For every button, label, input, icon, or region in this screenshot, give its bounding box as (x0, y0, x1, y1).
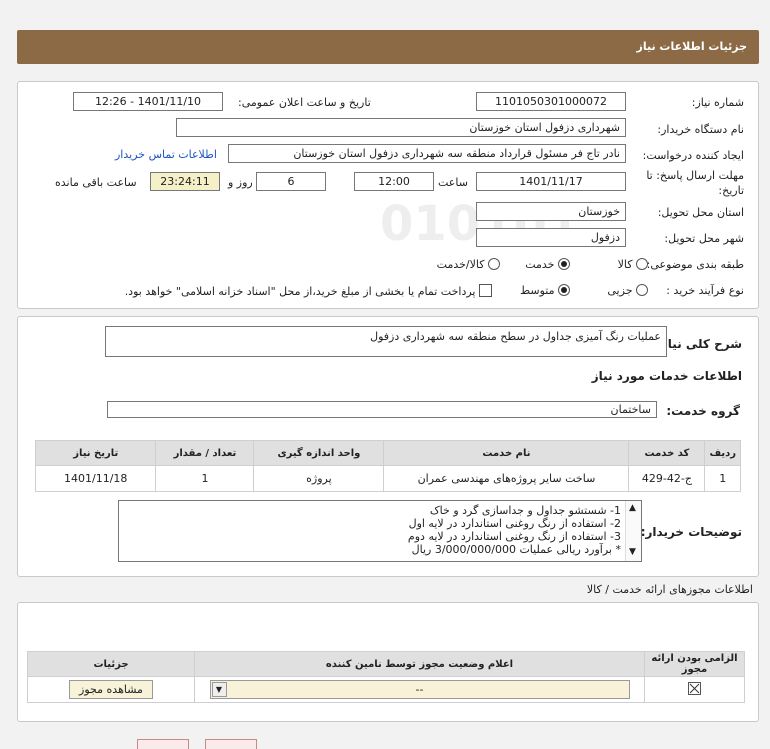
notes-scrollbar[interactable]: ▲ ▼ (625, 501, 641, 561)
table-row: -- ▼ مشاهده مجوز (27, 676, 745, 703)
deadline-label-line1: مهلت ارسال پاسخ: تا (646, 169, 744, 182)
deadline-days-label: روز و (228, 176, 253, 189)
scroll-down-icon[interactable]: ▼ (629, 547, 636, 557)
scroll-up-icon[interactable]: ▲ (629, 503, 636, 513)
services-table: ردیف کد خدمت نام خدمت واحد اندازه گیری ت… (34, 440, 741, 492)
note-line: 2- استفاده از رنگ روغنی استاندارد در لای… (408, 517, 621, 530)
province-label: استان محل تحویل: (657, 206, 744, 219)
col-permit-required: الزامی بودن ارائه مجوز (644, 651, 745, 677)
purchase-option-minor[interactable]: جزیی (607, 282, 648, 297)
deadline-days-field: 6 (256, 172, 326, 191)
col-service-name: نام خدمت (383, 440, 630, 466)
chevron-down-icon[interactable]: ▼ (211, 682, 227, 697)
page-header: جزئیات اطلاعات نیاز (17, 30, 759, 64)
bottom-button-back[interactable] (205, 739, 257, 749)
permits-table: الزامی بودن ارائه مجوز اعلام وضعیت مجوز … (27, 651, 745, 703)
radio-goods-service[interactable] (488, 258, 500, 270)
bottom-button-print[interactable] (137, 739, 189, 749)
page-title: جزئیات اطلاعات نیاز (636, 40, 748, 53)
deadline-label-line2: تاریخ: (718, 184, 744, 197)
need-number-label: شماره نیاز: (691, 96, 744, 109)
radio-medium[interactable] (558, 284, 570, 296)
permits-table-header: الزامی بودن ارائه مجوز اعلام وضعیت مجوز … (27, 651, 745, 677)
permit-status-value: -- (415, 683, 424, 696)
radio-minor[interactable] (636, 284, 648, 296)
category-option-goods[interactable]: کالا (618, 256, 648, 271)
summary-label: شرح کلی نیاز: (656, 337, 742, 351)
service-group-label: گروه خدمت: (666, 404, 740, 418)
treasury-checkbox[interactable] (479, 284, 492, 297)
remaining-time-field: 23:24:11 (150, 172, 220, 191)
category-option-goods-service-label: کالا/خدمت (436, 258, 485, 271)
category-option-goods-label: کالا (617, 258, 633, 271)
buyer-org-label: نام دستگاه خریدار: (657, 123, 744, 136)
treasury-checkbox-row[interactable]: پرداخت تمام یا بخشی از مبلغ خرید،از محل … (125, 282, 492, 298)
note-line: * برآورد ریالی عملیات 3/000/000/000 ریال (411, 543, 621, 556)
announce-field: 1401/11/10 - 12:26 (73, 92, 223, 111)
remaining-time-label: ساعت باقی مانده (55, 176, 137, 189)
purchase-option-medium[interactable]: متوسط (520, 282, 570, 297)
need-number-field: 1101050301000072 (476, 92, 626, 111)
deadline-time-label: ساعت (438, 176, 468, 189)
buyer-notes-textarea[interactable]: ▲ ▼ 1- شستشو جداول و جداسازی گرد و خاک 2… (118, 500, 642, 562)
cell-row: 1 (704, 465, 741, 492)
contact-buyer-link[interactable]: اطلاعات تماس خریدار (115, 148, 217, 161)
services-section-title: اطلاعات خدمات مورد نیاز (591, 369, 742, 383)
category-label: طبقه بندی موضوعی: (646, 258, 744, 271)
col-service-code: کد خدمت (628, 440, 706, 466)
col-quantity: تعداد / مقدار (155, 440, 255, 466)
requester-field: نادر تاج فر مسئول قرارداد منطقه سه شهردا… (228, 144, 626, 163)
category-option-goods-service[interactable]: کالا/خدمت (437, 256, 500, 271)
table-row: 1 ج-42-429 ساخت سایر پروژه‌های مهندسی عم… (34, 465, 741, 492)
radio-goods[interactable] (636, 258, 648, 270)
buyer-notes-text: 1- شستشو جداول و جداسازی گرد و خاک 2- اس… (408, 504, 621, 556)
services-table-header: ردیف کد خدمت نام خدمت واحد اندازه گیری ت… (34, 440, 741, 466)
category-option-service[interactable]: خدمت (525, 256, 570, 271)
col-row: ردیف (704, 440, 741, 466)
announce-label: تاریخ و ساعت اعلان عمومی: (238, 96, 371, 109)
cell-permit-details: مشاهده مجوز (27, 676, 195, 703)
permit-status-select[interactable]: -- ▼ (209, 680, 630, 699)
city-label: شهر محل تحویل: (664, 232, 744, 245)
buyer-notes-label: توضیحات خریدار: (640, 525, 742, 539)
purchase-type-label: نوع فرآیند خرید : (666, 284, 744, 297)
deadline-time-field: 12:00 (354, 172, 434, 191)
col-permit-details: جزئیات (27, 651, 195, 677)
cell-permit-required (644, 676, 745, 703)
permits-section-title: اطلاعات مجوزهای ارائه خدمت / کالا (586, 583, 753, 596)
x-mark-icon (689, 683, 700, 693)
cell-need-date: 1401/11/18 (34, 465, 157, 492)
city-field: دزفول (476, 228, 626, 247)
cell-unit: پروژه (253, 465, 385, 492)
col-permit-status: اعلام وضعیت مجوز توسط نامین کننده (194, 651, 645, 677)
cell-service-code: ج-42-429 (628, 465, 706, 492)
view-permit-button[interactable]: مشاهده مجوز (69, 680, 153, 699)
col-need-date: تاریخ نیاز (34, 440, 157, 466)
treasury-note: پرداخت تمام یا بخشی از مبلغ خرید،از محل … (124, 285, 476, 298)
deadline-date-field: 1401/11/17 (476, 172, 626, 191)
requester-label: ایجاد کننده درخواست: (642, 149, 744, 162)
category-option-service-label: خدمت (525, 258, 555, 271)
purchase-option-minor-label: جزیی (607, 284, 633, 297)
cell-service-name: ساخت سایر پروژه‌های مهندسی عمران (383, 465, 630, 492)
province-field: خوزستان (476, 202, 626, 221)
note-line: 3- استفاده از رنگ روغنی استاندارد در لای… (407, 530, 621, 543)
permit-required-checkbox (688, 681, 701, 695)
buyer-org-field: شهرداری دزفول استان خوزستان (176, 118, 626, 137)
cell-permit-status: -- ▼ (194, 676, 645, 703)
summary-field: عملیات رنگ آمیزی جداول در سطح منطقه سه ش… (105, 326, 667, 357)
deadline-label: مهلت ارسال پاسخ: تا تاریخ: (646, 168, 744, 198)
radio-service[interactable] (558, 258, 570, 270)
service-group-field: ساختمان (107, 401, 657, 418)
purchase-option-medium-label: متوسط (519, 284, 555, 297)
cell-quantity: 1 (155, 465, 255, 492)
note-line: 1- شستشو جداول و جداسازی گرد و خاک (429, 504, 621, 517)
col-unit: واحد اندازه گیری (253, 440, 385, 466)
